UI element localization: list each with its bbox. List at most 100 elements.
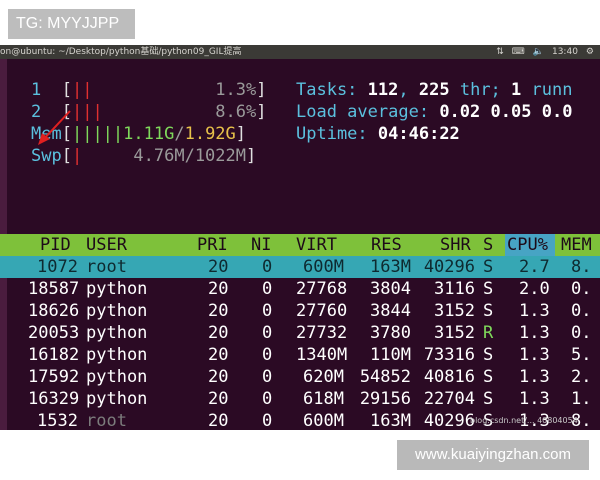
cell-user: python	[86, 389, 148, 409]
cell-ni: 0	[262, 257, 273, 277]
cell-virt: 600M	[303, 411, 344, 430]
col-mem[interactable]: MEM	[561, 234, 592, 256]
table-row[interactable]: 18587 python 20 0 27768 3804 3116 S 2.0 0.	[0, 278, 600, 300]
settings-gear-icon[interactable]: ⚙	[586, 45, 594, 59]
cell-virt: 600M	[303, 257, 344, 277]
cell-mem: 1.	[571, 389, 592, 409]
cell-res: 163M	[370, 257, 411, 277]
cell-res: 3780	[370, 323, 411, 343]
col-pid[interactable]: PID	[40, 234, 71, 256]
cell-pid: 1072	[37, 257, 78, 277]
table-row[interactable]: 20053 python 20 0 27732 3780 3152 R 1.3 0.	[0, 322, 600, 344]
cell-mem: 2.	[571, 367, 592, 387]
cell-mem: 5.	[571, 345, 592, 365]
meters-panel: 1 [|| 1.3%] 2 [||| 8.6%] Mem[|||||1.11G/…	[0, 79, 600, 199]
col-s[interactable]: S	[483, 234, 493, 256]
cell-mem: 0.	[571, 323, 592, 343]
window-title: on@ubuntu: ~/Desktop/python基础/python09_G…	[0, 47, 242, 57]
cell-cpu: 2.7	[519, 257, 550, 277]
cell-pri: 20	[208, 279, 229, 299]
cell-user: python	[86, 323, 148, 343]
col-cpu[interactable]: CPU%	[507, 234, 548, 256]
window-titlebar[interactable]: on@ubuntu: ~/Desktop/python基础/python09_G…	[0, 45, 600, 59]
clock[interactable]: 13:40	[552, 45, 578, 59]
cell-ni: 0	[262, 279, 273, 299]
cell-user: root	[86, 411, 127, 430]
cell-pri: 20	[208, 389, 229, 409]
cell-virt: 620M	[303, 367, 344, 387]
cell-s: S	[483, 279, 494, 299]
cell-s: S	[483, 257, 494, 277]
table-row[interactable]: 1072 root 20 0 600M 163M 40296 S 2.7 8.	[0, 256, 600, 278]
cell-virt: 27760	[296, 301, 348, 321]
cell-res: 3804	[370, 279, 411, 299]
cell-shr: 40296	[423, 411, 475, 430]
cell-pid: 18626	[28, 301, 80, 321]
cell-pid: 18587	[28, 279, 80, 299]
cell-pri: 20	[208, 323, 229, 343]
cell-pri: 20	[208, 301, 229, 321]
cell-shr: 3152	[434, 301, 475, 321]
cell-s: R	[483, 323, 494, 343]
cell-pri: 20	[208, 345, 229, 365]
cell-mem: 0.	[571, 301, 592, 321]
cell-pri: 20	[208, 367, 229, 387]
cell-user: python	[86, 345, 148, 365]
cell-cpu: 1.3	[519, 323, 550, 343]
cell-res: 110M	[370, 345, 411, 365]
cell-cpu: 1.3	[519, 345, 550, 365]
col-user[interactable]: USER	[86, 234, 127, 256]
cell-res: 54852	[359, 367, 411, 387]
keyboard-icon[interactable]: ⌨	[512, 45, 525, 59]
system-tray: ⇅ ⌨ 🔈 13:40 ⚙	[496, 45, 594, 59]
cell-user: python	[86, 367, 148, 387]
load-average: Load average: 0.02 0.05 0.0	[296, 102, 573, 122]
cell-shr: 3116	[434, 279, 475, 299]
cell-pid: 16329	[28, 389, 80, 409]
cell-shr: 40816	[423, 367, 475, 387]
col-ni[interactable]: NI	[251, 234, 271, 256]
table-row[interactable]: 18626 python 20 0 27760 3844 3152 S 1.3 0.	[0, 300, 600, 322]
col-pri[interactable]: PRI	[197, 234, 228, 256]
cell-user: python	[86, 279, 148, 299]
cell-cpu: 2.0	[519, 279, 550, 299]
network-icon[interactable]: ⇅	[496, 45, 504, 59]
volume-icon[interactable]: 🔈	[533, 45, 544, 59]
cell-virt: 618M	[303, 389, 344, 409]
cell-ni: 0	[262, 411, 273, 430]
table-row[interactable]: 16329 python 20 0 618M 29156 22704 S 1.3 1.	[0, 388, 600, 410]
cell-mem: 8.	[571, 257, 592, 277]
cell-shr: 73316	[423, 345, 475, 365]
cell-virt: 27768	[296, 279, 348, 299]
cell-cpu: 1.3	[519, 389, 550, 409]
process-table-header: PID USER PRI NI VIRT RES SHR S CPU% MEM	[0, 234, 600, 256]
cell-pid: 1532	[37, 411, 78, 430]
cell-res: 163M	[370, 411, 411, 430]
col-virt[interactable]: VIRT	[296, 234, 337, 256]
cell-s: S	[483, 301, 494, 321]
col-shr[interactable]: SHR	[440, 234, 471, 256]
col-res[interactable]: RES	[371, 234, 402, 256]
cell-cpu: 1.3	[519, 301, 550, 321]
cell-pid: 20053	[28, 323, 80, 343]
cell-res: 29156	[359, 389, 411, 409]
cpu1-meter: 1 [|| 1.3%]	[31, 80, 267, 100]
table-row[interactable]: 17592 python 20 0 620M 54852 40816 S 1.3 2.	[0, 366, 600, 388]
terminal-screen[interactable]: on@ubuntu: ~/Desktop/python基础/python09_G…	[0, 45, 600, 430]
cell-pri: 20	[208, 411, 229, 430]
cell-s: S	[483, 345, 494, 365]
cell-ni: 0	[262, 301, 273, 321]
cell-cpu: 1.3	[519, 367, 550, 387]
watermark: blog.csdn.net/... 40804054	[470, 416, 578, 425]
uptime: Uptime: 04:46:22	[296, 124, 460, 144]
cell-virt: 27732	[296, 323, 348, 343]
cell-mem: 0.	[571, 279, 592, 299]
cell-user: root	[86, 257, 127, 277]
url-badge: www.kuaiyingzhan.com	[397, 440, 589, 470]
annotation-arrow-icon	[38, 110, 71, 145]
cell-virt: 1340M	[296, 345, 348, 365]
cell-shr: 40296	[423, 257, 475, 277]
tasks-summary: Tasks: 112, 225 thr; 1 runn	[296, 80, 573, 100]
cell-res: 3844	[370, 301, 411, 321]
table-row[interactable]: 16182 python 20 0 1340M 110M 73316 S 1.3 5.	[0, 344, 600, 366]
